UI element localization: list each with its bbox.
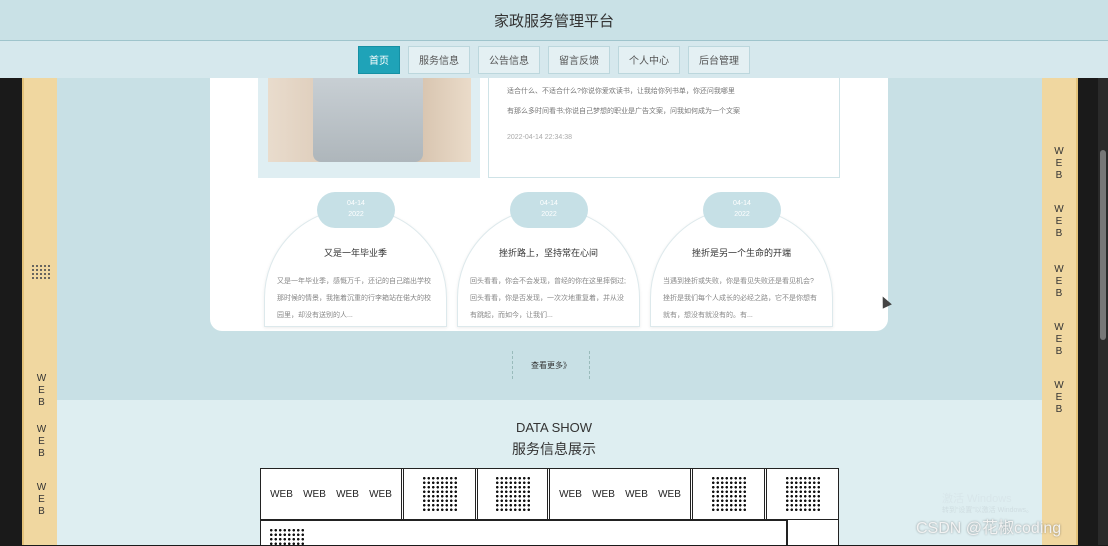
news-card-body: 又是一年毕业季，感慨万千，还记的自己踏出学校那时候的情景，我拖着沉重的行李箱站在… (277, 278, 431, 319)
news-date-badge: 04-14 2022 (703, 192, 781, 228)
web-vertical-text: W E B (36, 373, 47, 408)
site-title: 家政服务管理平台 (493, 12, 614, 30)
web-text-cell[interactable]: WEB WEB WEB WEB (550, 469, 693, 519)
featured-news-image[interactable] (258, 78, 480, 178)
web-vertical-text: W E B (1054, 204, 1064, 239)
housekeeper-photo (313, 78, 423, 162)
featured-line-1: 适合什么、不适合什么?你说你爱欢读书，让我给你列书单，你还问我哪里 (507, 88, 735, 95)
news-date-badge: 04-14 2022 (317, 192, 395, 228)
web-vertical-text: W E B (1054, 380, 1064, 415)
dots-pattern-icon[interactable] (693, 469, 767, 519)
nav-home[interactable]: 首页 (358, 45, 400, 74)
service-grid-cell (787, 520, 839, 545)
dots-pattern-icon (269, 528, 305, 546)
nav-feedback[interactable]: 留言反馈 (548, 45, 610, 74)
nav-admin[interactable]: 后台管理 (688, 45, 750, 74)
news-card-body: 当遇到挫折或失败，你是看见失败还是看见机会?挫折是我们每个人成长的必经之路，它不… (663, 278, 817, 319)
featured-news-text[interactable]: 适合什么、不适合什么?你说你爱欢读书，让我给你列书单，你还问我哪里 有那么多时间… (488, 78, 840, 178)
main-nav: 首页 服务信息 公告信息 留言反馈 个人中心 后台管理 (0, 41, 1108, 78)
news-date-badge: 04-14 2022 (510, 192, 588, 228)
news-card-title: 挫折路上，坚持常在心间 (498, 248, 598, 258)
service-grid-row: WEB WEB WEB WEB WEB WEB WEB WEB (260, 468, 839, 520)
view-more-link[interactable]: 查看更多》 (512, 351, 590, 379)
section-title-en: DATA SHOW (515, 420, 593, 435)
nav-service-info[interactable]: 服务信息 (408, 45, 470, 74)
nav-announcements[interactable]: 公告信息 (478, 45, 540, 74)
featured-date: 2022-04-14 22:34:38 (507, 134, 572, 141)
nav-personal-center[interactable]: 个人中心 (618, 45, 680, 74)
dots-pattern-icon[interactable] (767, 469, 838, 519)
news-card-title: 又是一年毕业季 (323, 248, 387, 258)
news-card-title: 挫折是另一个生命的开端 (691, 248, 791, 258)
section-title-cn: 服务信息展示 (512, 441, 596, 457)
news-card-body: 回头看看，你会不会发现，曾经的你在这里摔倒过;回头看看，你是否发现，一次次地重复… (470, 278, 626, 319)
service-grid-row (260, 520, 787, 546)
web-vertical-text: W E B (1054, 322, 1064, 357)
right-decor-bar: W E B W E B W E B W E B W E B (1042, 78, 1078, 545)
web-vertical-text: W E B (36, 482, 47, 517)
web-vertical-text: W E B (1054, 146, 1064, 181)
dots-pattern-icon (31, 264, 51, 280)
dots-pattern-icon[interactable] (478, 469, 550, 519)
csdn-watermark: CSDN @花椒coding (916, 520, 1062, 537)
dots-pattern-icon[interactable] (404, 469, 478, 519)
scrollbar-thumb[interactable] (1100, 150, 1106, 340)
featured-line-2: 有那么多时间看书;你说自己梦想的职业是广告文案，问我如何成为一个文案 (507, 108, 740, 115)
left-decor-bar: W E B W E B W E B (22, 78, 59, 545)
windows-activation-title: 激活 Windows (942, 493, 1012, 505)
web-text-cell[interactable]: WEB WEB WEB WEB (261, 469, 404, 519)
site-header: 家政服务管理平台 (0, 0, 1108, 41)
web-vertical-text: W E B (1054, 264, 1064, 299)
